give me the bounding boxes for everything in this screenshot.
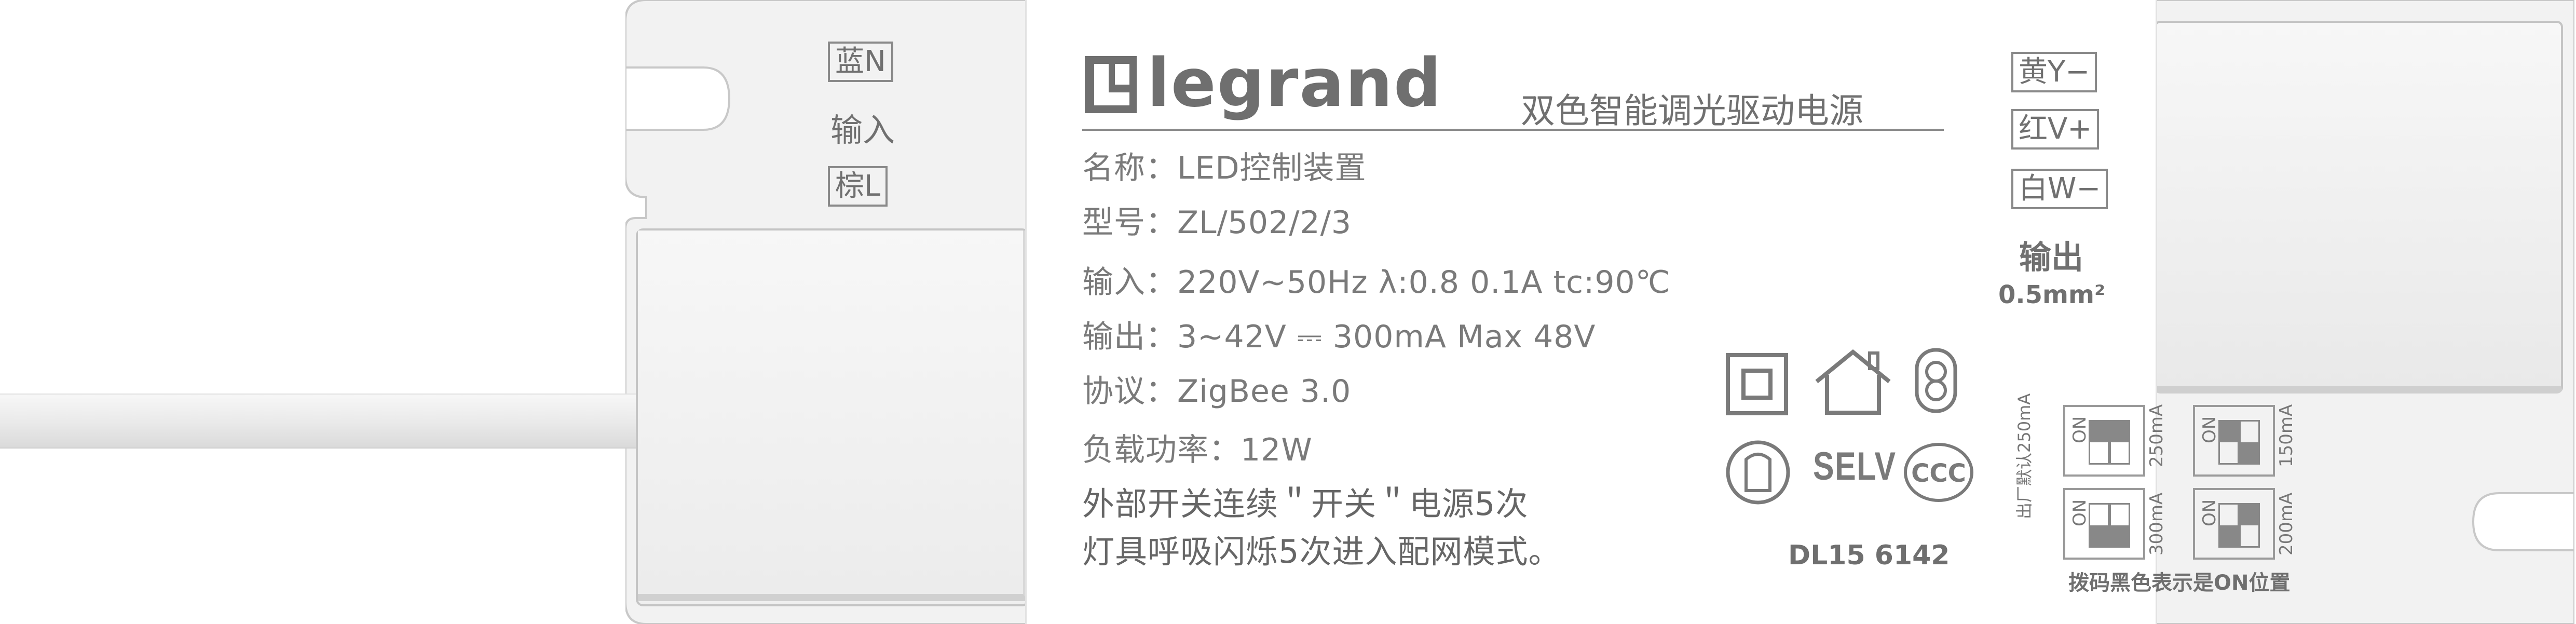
yellow-output-label: 黄Y−	[2011, 52, 2097, 92]
dip-switch-150[interactable]: ON	[2193, 405, 2275, 477]
spec-protocol: 协议：ZigBee 3.0	[1082, 373, 1352, 410]
power-cable	[0, 394, 644, 449]
dip-switch-250[interactable]: ON	[2063, 405, 2145, 477]
dip-setting-250: 250mA	[2146, 404, 2167, 467]
selv-mark: SELV	[1813, 444, 1897, 489]
brown-live-label: 棕L	[828, 166, 888, 207]
instruction-line-2: 灯具呼吸闪烁5次进入配网模式。	[1082, 533, 1561, 571]
wire-size: 0.5mm²	[1998, 280, 2106, 309]
dip-setting-200: 200mA	[2276, 492, 2297, 555]
safety-transformer-icon	[1915, 348, 1957, 413]
output-label: 输出	[2019, 238, 2084, 276]
thermal-protection-icon	[1726, 440, 1790, 505]
double-insulation-icon	[1726, 353, 1788, 415]
dip-switch-300[interactable]: ON	[2063, 488, 2145, 560]
spec-input: 输入：220V~50Hz λ:0.8 0.1A tc:90℃	[1082, 264, 1671, 301]
red-output-label: 红V+	[2011, 109, 2100, 150]
spec-load-power: 负载功率：12W	[1082, 432, 1313, 468]
spec-output: 输出：3~42V ⎓ 300mA Max 48V	[1082, 319, 1596, 355]
indoor-use-house-icon	[1815, 349, 1891, 415]
blue-neutral-label: 蓝N	[828, 42, 893, 82]
spec-model: 型号：ZL/502/2/3	[1082, 205, 1352, 241]
dip-default-note: 出厂默认250mA	[2014, 393, 2034, 519]
legrand-mark-icon	[1085, 56, 1137, 113]
input-label: 输入	[830, 111, 895, 149]
dip-setting-300: 300mA	[2146, 492, 2167, 555]
svg-text:CCC: CCC	[1911, 459, 1966, 488]
title-divider	[1082, 129, 1944, 131]
serial-number: DL15 6142	[1788, 540, 1950, 571]
input-terminal-cover	[636, 228, 1029, 606]
white-output-label: 白W−	[2011, 169, 2108, 209]
dip-setting-150: 150mA	[2276, 404, 2297, 467]
instruction-line-1: 外部开关连续＂开关＂电源5次	[1082, 485, 1529, 523]
ccc-certification-icon: CCC	[1904, 443, 1973, 502]
brand-name: legrand	[1147, 45, 1442, 122]
dip-switch-200[interactable]: ON	[2193, 488, 2275, 560]
spec-name: 名称：LED控制装置	[1082, 150, 1367, 186]
product-title: 双色智能调光驱动电源	[1521, 91, 1863, 131]
dip-footer-note: 拨码黑色表示是ON位置	[2068, 571, 2291, 595]
output-terminal-cover	[2154, 21, 2563, 394]
